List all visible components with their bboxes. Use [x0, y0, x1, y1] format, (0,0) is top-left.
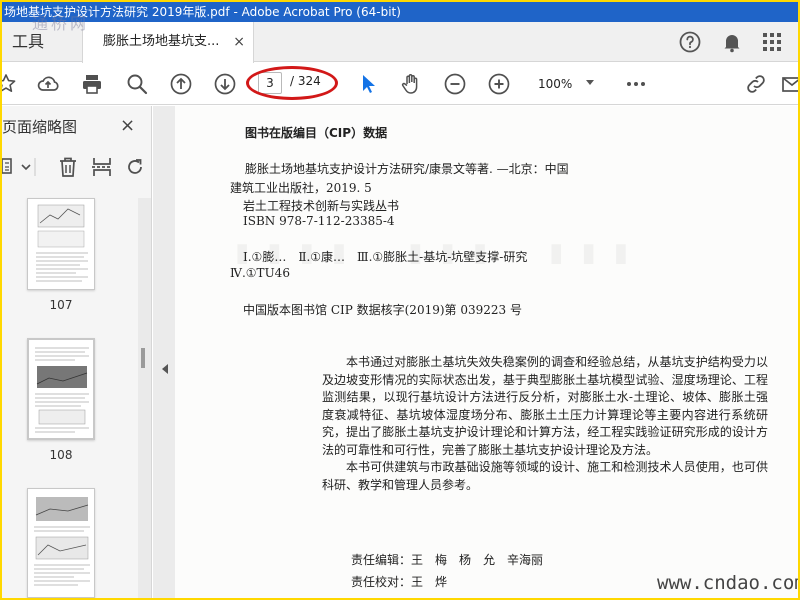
- window-title: 场地基坑支护设计方法研究 2019年版.pdf - Adobe Acrobat …: [2, 2, 798, 22]
- bell-icon[interactable]: [720, 30, 744, 54]
- document-page: ▮▮▮▮ ▮▮▮ ▮▮▮ 图书在版编目（CIP）数据 膨胀土场地基坑支护设计方法…: [175, 106, 798, 598]
- thumbnail-scrollbar[interactable]: [138, 198, 151, 598]
- tab-document-label: 膨胀土场地基坑支...: [103, 34, 220, 49]
- zoom-value: 100%: [538, 77, 573, 91]
- watermark-top-left: 通桥网: [32, 14, 90, 33]
- more-options-icon[interactable]: [624, 72, 648, 96]
- select-cursor-icon[interactable]: [356, 72, 380, 96]
- abstract-paragraph: 本书通过对膨胀土基坑失效失稳案例的调查和经验总结，从基坑支护结构受力以及边坡变形…: [322, 355, 768, 457]
- rotate-page-icon[interactable]: [123, 155, 147, 179]
- classification-line: Ⅳ.①TU46: [230, 266, 290, 280]
- collapse-panel-icon[interactable]: [162, 364, 168, 374]
- previous-page-icon[interactable]: [169, 72, 193, 96]
- apps-grid-icon[interactable]: [760, 30, 784, 54]
- zoom-out-icon[interactable]: [443, 72, 467, 96]
- panel-title: 页面缩略图: [2, 118, 78, 136]
- scrollbar-thumb[interactable]: [141, 348, 145, 368]
- panel-collapse-gutter: [153, 106, 175, 598]
- extract-pages-icon[interactable]: [90, 155, 114, 179]
- cip-line: 岩土工程技术创新与实践丛书: [243, 199, 400, 213]
- thumbnail-label: 108: [49, 448, 73, 462]
- cip-number: 中国版本图书馆 CIP 数据核字(2019)第 039223 号: [243, 303, 522, 317]
- abstract-paragraph: 本书可供建筑与市政基础设施等领域的设计、施工和检测技术人员使用，也可供科研、教学…: [322, 460, 768, 492]
- cloud-upload-icon[interactable]: [36, 72, 60, 96]
- editor-line: 责任编辑：王 梅 杨 允 辛海丽: [351, 553, 544, 567]
- close-panel-icon[interactable]: ×: [120, 115, 135, 136]
- zoom-in-icon[interactable]: [487, 72, 511, 96]
- tab-bar: 工具 膨胀土场地基坑支... ×: [2, 22, 798, 63]
- bookmark-star-icon[interactable]: [2, 72, 18, 96]
- thumbnail-image: [36, 204, 88, 282]
- watermark-bottom-right: www.cndao.com: [657, 572, 798, 594]
- cip-title: 图书在版编目（CIP）数据: [245, 126, 388, 140]
- thumbnail-list: 107 108: [2, 198, 138, 598]
- email-icon[interactable]: [780, 72, 798, 96]
- red-highlight-ellipse: [246, 66, 338, 100]
- chevron-down-icon[interactable]: [586, 80, 594, 85]
- thumbnail-options-icon[interactable]: [2, 156, 36, 178]
- tab-document[interactable]: 膨胀土场地基坑支... ×: [82, 22, 254, 63]
- delete-page-icon[interactable]: [56, 155, 80, 179]
- share-link-icon[interactable]: [744, 72, 768, 96]
- thumbnail-toolbar: [2, 150, 152, 184]
- thumbnail-page-107[interactable]: [27, 198, 95, 290]
- help-icon[interactable]: [678, 30, 702, 54]
- print-icon[interactable]: [80, 72, 104, 96]
- proofreader-line: 责任校对：王 烨: [351, 575, 448, 589]
- acrobat-window: 场地基坑支护设计方法研究 2019年版.pdf - Adobe Acrobat …: [2, 2, 798, 598]
- main-toolbar: 3 / 324 100%: [2, 63, 798, 105]
- search-icon[interactable]: [125, 72, 149, 96]
- page-thumbnails-panel: 页面缩略图 × 107 108: [2, 106, 152, 598]
- thumbnail-image: [35, 347, 89, 433]
- thumbnail-label: 107: [49, 298, 73, 312]
- hand-tool-icon[interactable]: [399, 72, 423, 96]
- thumbnail-page-108[interactable]: [27, 338, 95, 440]
- thumbnail-image: [34, 497, 90, 586]
- isbn: ISBN 978-7-112-23385-4: [243, 214, 395, 228]
- book-abstract: 本书通过对膨胀土基坑失效失稳案例的调查和经验总结，从基坑支护结构受力以及边坡变形…: [322, 354, 768, 494]
- classification-line: Ⅰ.①膨… Ⅱ.①康… Ⅲ.①膨胀土-基坑-坑壁支撑-研究: [243, 250, 528, 264]
- close-tab-icon[interactable]: ×: [233, 22, 245, 62]
- next-page-icon[interactable]: [213, 72, 237, 96]
- cip-line: 膨胀土场地基坑支护设计方法研究/康景文等著. —北京：中国: [245, 162, 569, 176]
- cip-line: 建筑工业出版社，2019. 5: [230, 181, 372, 195]
- thumbnail-page-109[interactable]: [27, 488, 95, 598]
